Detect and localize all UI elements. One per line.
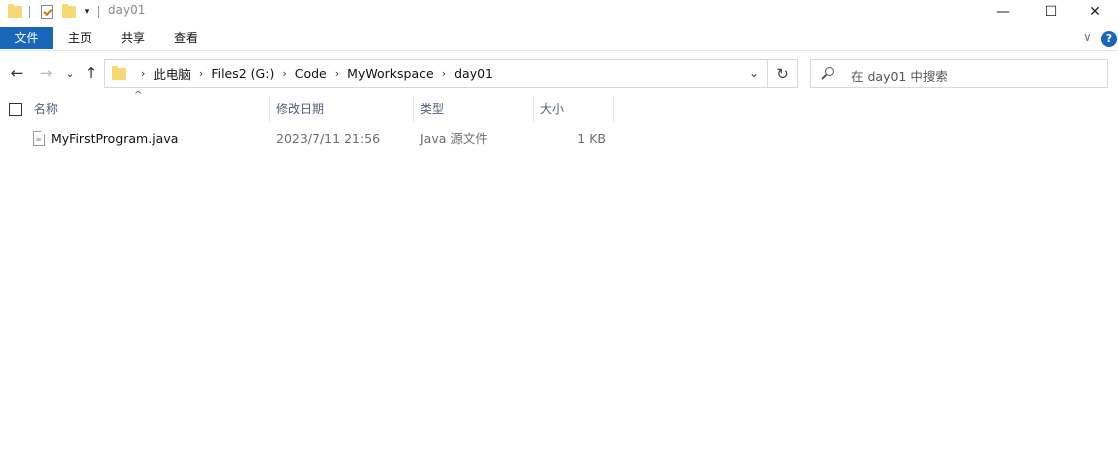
column-size[interactable]: 大小 bbox=[534, 96, 612, 122]
breadcrumb: › 此电脑 › Files2 (G:) › Code › MyWorkspace… bbox=[133, 60, 493, 87]
chevron-right-icon[interactable]: › bbox=[335, 67, 339, 80]
maximize-button[interactable]: ☐ bbox=[1028, 0, 1074, 24]
help-icon[interactable]: ? bbox=[1101, 31, 1117, 47]
file-size: 1 KB bbox=[577, 131, 606, 146]
window-title: day01 bbox=[108, 3, 146, 17]
refresh-button[interactable]: ↻ bbox=[768, 59, 798, 88]
up-button[interactable]: ↑ bbox=[82, 63, 100, 83]
tab-view[interactable]: 查看 bbox=[166, 27, 206, 49]
column-modified[interactable]: 修改日期 bbox=[270, 96, 412, 122]
search-placeholder: 在 day01 中搜索 bbox=[851, 69, 948, 84]
breadcrumb-myworkspace[interactable]: MyWorkspace bbox=[347, 66, 434, 81]
column-divider[interactable] bbox=[613, 96, 614, 122]
file-type: Java 源文件 bbox=[420, 131, 488, 146]
new-folder-icon[interactable] bbox=[62, 4, 76, 20]
chevron-right-icon[interactable]: › bbox=[282, 67, 286, 80]
search-icon bbox=[825, 67, 834, 76]
folder-icon bbox=[8, 4, 22, 20]
title-bar: ▾ day01 — ☐ ✕ bbox=[0, 0, 1118, 24]
chevron-right-icon[interactable]: › bbox=[199, 67, 203, 80]
tab-share[interactable]: 共享 bbox=[113, 27, 153, 49]
column-name[interactable]: 名称 bbox=[28, 96, 268, 122]
tab-file[interactable]: 文件 bbox=[0, 27, 53, 49]
address-dropdown-icon[interactable]: ⌄ bbox=[749, 66, 759, 80]
breadcrumb-code[interactable]: Code bbox=[295, 66, 327, 81]
file-modified: 2023/7/11 21:56 bbox=[276, 131, 381, 146]
customize-toolbar-icon[interactable]: ▾ bbox=[82, 4, 92, 20]
column-type[interactable]: 类型 bbox=[414, 96, 532, 122]
breadcrumb-drive[interactable]: Files2 (G:) bbox=[211, 66, 274, 81]
properties-icon[interactable] bbox=[40, 4, 54, 20]
tab-home[interactable]: 主页 bbox=[60, 27, 100, 49]
select-all-checkbox[interactable] bbox=[9, 103, 22, 116]
chevron-right-icon[interactable]: › bbox=[141, 67, 145, 80]
recent-locations-button[interactable]: ⌄ bbox=[61, 63, 79, 83]
minimize-button[interactable]: — bbox=[980, 0, 1026, 24]
divider bbox=[29, 6, 30, 18]
back-button[interactable]: ← bbox=[8, 63, 26, 83]
breadcrumb-day01[interactable]: day01 bbox=[454, 66, 493, 81]
ribbon: 文件 主页 共享 查看 ∨ ? bbox=[0, 27, 1118, 51]
file-name[interactable]: MyFirstProgram.java bbox=[51, 128, 178, 150]
breadcrumb-this-pc[interactable]: 此电脑 bbox=[153, 64, 191, 83]
divider bbox=[98, 6, 99, 18]
search-box[interactable]: 在 day01 中搜索 bbox=[810, 59, 1108, 88]
close-button[interactable]: ✕ bbox=[1072, 0, 1118, 24]
java-file-icon bbox=[33, 131, 45, 146]
chevron-right-icon[interactable]: › bbox=[442, 67, 446, 80]
address-bar[interactable]: › 此电脑 › Files2 (G:) › Code › MyWorkspace… bbox=[104, 59, 768, 88]
folder-icon bbox=[112, 66, 126, 80]
expand-ribbon-icon[interactable]: ∨ bbox=[1083, 30, 1092, 44]
file-row[interactable]: MyFirstProgram.java 2023/7/11 21:56 Java… bbox=[0, 128, 1118, 150]
column-header-row: ^ 名称 修改日期 类型 大小 bbox=[0, 90, 1118, 122]
forward-button[interactable]: → bbox=[37, 63, 55, 83]
